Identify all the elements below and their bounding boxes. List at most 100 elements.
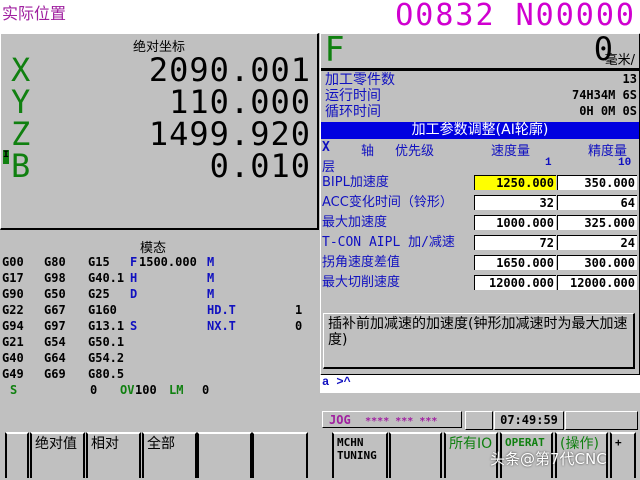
modal-cell: G54 — [44, 335, 66, 349]
counter-cycle-time: 循环时间 0H 0M 0S — [325, 104, 637, 120]
precision-value-field[interactable]: 64 — [557, 195, 637, 210]
softkey-right-0[interactable]: MCHN TUNING — [332, 432, 388, 478]
axis-label: X — [322, 140, 330, 155]
modal-row: G17 G98 G40.1 H M — [2, 270, 318, 286]
modal-cell: 0 — [295, 319, 303, 333]
modal-cell: G00 — [2, 255, 24, 269]
modal-cell: M — [207, 271, 215, 285]
axis-value: 2090.001 — [148, 51, 311, 89]
softkey-right-1[interactable] — [389, 432, 442, 478]
param-description: 插补前加减速的加速度(钟形加减速时为最大加速度) — [323, 313, 635, 369]
modal-cell: G50.1 — [88, 335, 125, 349]
modal-cell: G25 — [88, 287, 110, 301]
param-row: 最大切削速度 12000.000 12000.000 — [321, 274, 639, 292]
feed-label: F — [325, 30, 345, 70]
axis-row-y: Y 110.000 — [11, 86, 311, 118]
speed-layer: 1 — [545, 157, 552, 169]
counter-label: 运行时间 — [325, 88, 381, 104]
feed-unit: 毫米/ — [604, 53, 635, 68]
softkey-left-4[interactable] — [197, 432, 252, 478]
counter-parts: 加工零件数 13 — [325, 72, 637, 88]
modal-cell: S — [130, 319, 138, 333]
modal-cell: H — [130, 271, 138, 285]
param-row: BIPL加速度 1250.000 350.000 — [321, 174, 639, 192]
modal-cell: G94 — [2, 319, 24, 333]
softkey-right-5[interactable]: + — [610, 432, 636, 478]
modal-row: G40 G64 G54.2 — [2, 350, 318, 366]
modal-cell: G90 — [2, 287, 24, 301]
precision-value-field[interactable]: 300.000 — [557, 255, 637, 270]
priority-header: 优先级 — [395, 144, 435, 159]
lm-value: 0 — [202, 383, 210, 397]
spindle-value: 0 — [90, 383, 98, 397]
command-input[interactable]: a >^ — [320, 375, 640, 393]
watermark: 头条@第7代CNC — [490, 450, 607, 468]
param-label: 最大加速度 — [322, 215, 388, 230]
axis-value: 1499.920 — [148, 115, 311, 153]
modal-row: G49 G69 G80.5 — [2, 366, 318, 382]
counter-value: 0H 0M 0S — [579, 104, 637, 118]
clock: 07:49:59 — [494, 411, 564, 430]
axis-label: Y — [11, 83, 31, 121]
modal-cell: HD.T — [207, 303, 236, 317]
axis-cursor-marker: I — [3, 150, 9, 164]
modal-cell: G54.2 — [88, 351, 125, 365]
speed-value-field[interactable]: 1250.000 — [474, 175, 556, 190]
modal-cell: 1500.000 — [139, 255, 197, 269]
axis-row-x: X 2090.001 — [11, 54, 311, 86]
param-label: 拐角速度差值 — [322, 255, 401, 270]
softkey-left-2[interactable]: 相对 — [86, 432, 141, 478]
modal-cell: G69 — [44, 367, 66, 381]
modal-cell: M — [207, 287, 215, 301]
counter-value: 13 — [622, 72, 637, 86]
speed-value-field[interactable]: 32 — [474, 195, 556, 210]
counter-label: 加工零件数 — [325, 72, 395, 88]
modal-row: G94 G97 G13.1 S NX.T 0 — [2, 318, 318, 334]
axis-row-b: B 0.010 — [11, 150, 311, 182]
status-blank — [465, 411, 493, 430]
modal-cell: D — [130, 287, 138, 301]
modal-cell: G67 — [44, 303, 66, 317]
override-value: 100 — [135, 383, 157, 397]
softkey-left-5[interactable] — [252, 432, 308, 478]
speed-value-field[interactable]: 1650.000 — [474, 255, 556, 270]
modal-row: G90 G50 G25 D M — [2, 286, 318, 302]
modal-cell: G97 — [44, 319, 66, 333]
lm-label: LM — [169, 383, 184, 397]
softkey-left-0[interactable] — [5, 432, 29, 478]
top-bar: 实际位置 O0832 N00000 — [0, 0, 640, 33]
precision-value-field[interactable]: 350.000 — [557, 175, 637, 190]
precision-value-field[interactable]: 325.000 — [557, 215, 637, 230]
mode-label: JOG — [329, 413, 351, 427]
param-label: T-CON AIPL 加/减速 — [322, 235, 455, 250]
modal-cell: G22 — [2, 303, 24, 317]
param-row: 最大加速度 1000.000 325.000 — [321, 214, 639, 232]
speed-value-field[interactable]: 72 — [474, 235, 556, 250]
axis-value: 0.010 — [209, 147, 311, 185]
modal-cell: G80 — [44, 255, 66, 269]
precision-layer: 10 — [618, 157, 632, 169]
modal-footer: S 0 OV 100 LM 0 — [2, 382, 318, 398]
param-label: BIPL加速度 — [322, 175, 389, 190]
modal-cell: G64 — [44, 351, 66, 365]
param-row: T-CON AIPL 加/减速 72 24 — [321, 234, 639, 252]
speed-value-field[interactable]: 1000.000 — [474, 215, 556, 230]
layer-label: 层 — [322, 160, 336, 175]
precision-value-field[interactable]: 12000.000 — [557, 275, 637, 290]
speed-value-field[interactable]: 12000.000 — [474, 275, 556, 290]
speed-header: 速度量 — [491, 144, 531, 159]
axis-label: Z — [11, 115, 31, 153]
modal-cell: M — [207, 255, 215, 269]
softkey-left-3[interactable]: 全部 — [142, 432, 197, 478]
counter-value: 74H34M 6S — [571, 88, 637, 102]
softkey-left-1[interactable]: 绝对值 — [30, 432, 85, 478]
modal-row: G22 G67 G160 HD.T 1 — [2, 302, 318, 318]
param-label: 最大切削速度 — [322, 275, 401, 290]
feed-row: F 0 毫米/ — [321, 30, 639, 71]
mode-status: JOG **** *** *** — [322, 411, 462, 428]
spindle-label: S — [10, 383, 18, 397]
modal-cell: G49 — [2, 367, 24, 381]
override-label: OV — [120, 383, 135, 397]
precision-value-field[interactable]: 24 — [557, 235, 637, 250]
modal-cell: G15 — [88, 255, 110, 269]
